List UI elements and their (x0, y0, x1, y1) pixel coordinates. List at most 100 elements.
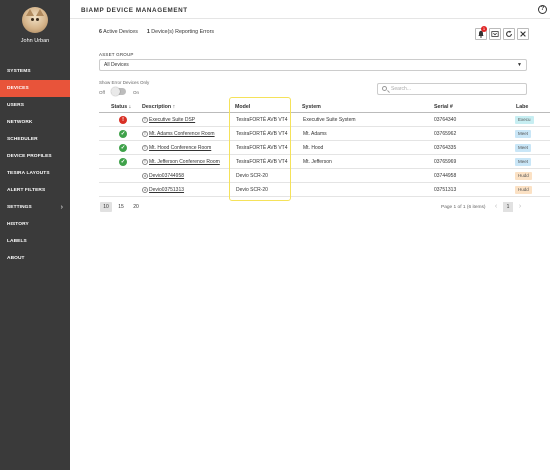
bell-icon[interactable]: 1 (475, 26, 487, 40)
table-row[interactable]: d Devio03751313 Devio SCR-20 03751313 Hudd (99, 183, 550, 197)
avatar[interactable] (22, 7, 48, 33)
toggle-off-label: Off (99, 90, 105, 95)
toolbar: 1 (475, 26, 529, 40)
device-label-tag[interactable]: Meet (515, 130, 532, 138)
close-icon[interactable] (517, 28, 529, 40)
device-serial: 03764335 (434, 145, 457, 151)
column-description[interactable]: Description ↑ (142, 104, 175, 110)
device-system: Mt. Hood (303, 145, 324, 151)
device-label-tag[interactable]: Execu (515, 116, 534, 124)
error-label: Device(s) Reporting Errors (151, 29, 214, 35)
notification-badge: 1 (481, 26, 487, 32)
table-row[interactable]: ✓ T Mt. Hood Conference Room TesiraFORTÉ AV… (99, 141, 550, 155)
device-label-tag[interactable]: Hudd (515, 172, 532, 180)
device-description-link[interactable]: Mt. Jefferson Conference Room (149, 159, 220, 165)
toggle-knob[interactable] (111, 87, 120, 96)
error-filter-label: Show Error Devices Only (99, 80, 150, 85)
sidebar-item-label: LABELS (7, 239, 27, 244)
page-title: BIAMP DEVICE MANAGEMENT (81, 7, 188, 14)
column-labels[interactable]: Labe (516, 104, 528, 110)
sidebar-item-label: HISTORY (7, 222, 29, 227)
column-status[interactable]: Status ↓ (111, 104, 131, 110)
table-row[interactable]: d Devio03744958 Devio SCR-20 03744958 Hudd (99, 169, 550, 183)
sidebar-item-tesira-layouts[interactable]: TESIRA LAYOUTS (0, 165, 70, 182)
refresh-icon[interactable] (503, 28, 515, 40)
sidebar: John Urban SYSTEMS DEVICES USERS NETWORK SCH… (0, 0, 70, 470)
sidebar-item-users[interactable]: USERS (0, 97, 70, 114)
sidebar-item-devices[interactable]: DEVICES (0, 80, 70, 97)
column-serial[interactable]: Serial # (434, 104, 453, 110)
search-input[interactable]: Search... (377, 83, 527, 95)
export-icon[interactable] (489, 28, 501, 40)
sidebar-item-label: ABOUT (7, 256, 25, 261)
device-description-link[interactable]: Mt. Hood Conference Room (149, 145, 211, 151)
sidebar-item-scheduler[interactable]: SCHEDULER (0, 131, 70, 148)
status-ok-icon: ✓ (119, 129, 127, 138)
sidebar-item-device-profiles[interactable]: DEVICE PROFILES (0, 148, 70, 165)
sidebar-item-label: SETTINGS (7, 205, 32, 210)
active-count: 6 (99, 29, 102, 35)
column-model[interactable]: Model (235, 104, 250, 110)
page-size-option[interactable]: 15 (115, 202, 127, 212)
device-serial: 03751313 (434, 187, 457, 193)
table-body: ! T Executive Suite DSP TesiraFORTÉ AVB VT4… (99, 113, 550, 197)
table-row[interactable]: ! T Executive Suite DSP TesiraFORTÉ AVB VT4… (99, 113, 550, 127)
sidebar-item-labels[interactable]: LABELS (0, 233, 70, 250)
page-number[interactable]: 1 (503, 202, 513, 212)
asset-group-label: ASSET GROUP (99, 52, 134, 57)
search-placeholder: Search... (391, 86, 412, 92)
page-size-option[interactable]: 10 (100, 202, 112, 212)
sidebar-item-label: DEVICE PROFILES (7, 154, 52, 159)
chevron-left-icon[interactable]: ‹ (492, 202, 500, 212)
sidebar-item-label: DEVICES (7, 86, 29, 91)
sidebar-item-history[interactable]: HISTORY (0, 216, 70, 233)
user-name: John Urban (20, 38, 50, 44)
device-model: TesiraFORTÉ AVB VT4 (236, 117, 288, 123)
device-model: TesiraFORTÉ AVB VT4 (236, 145, 288, 151)
device-label-tag[interactable]: Hudd (515, 186, 532, 194)
column-system[interactable]: System (302, 104, 321, 110)
chevron-down-icon: ▼ (517, 62, 522, 68)
device-serial: 03765969 (434, 159, 457, 165)
device-stats: 6 Active Devices 1 Device(s) Reporting E… (99, 29, 214, 35)
device-description-link[interactable]: Devio03744958 (149, 173, 184, 179)
sidebar-item-label: NETWORK (7, 120, 33, 125)
status-ok-icon: ✓ (119, 157, 127, 166)
device-system: Executive Suite System (303, 117, 356, 123)
device-type-icon: T (142, 116, 148, 123)
sidebar-item-label: ALERT FILTERS (7, 188, 46, 193)
device-system: Mt. Adams (303, 131, 327, 137)
device-type-icon: T (142, 130, 148, 137)
toggle-on-label: On (133, 90, 140, 95)
device-description-link[interactable]: Mt. Adams Conference Room (149, 131, 215, 137)
asset-group-value: All Devices (104, 62, 129, 68)
device-label-tag[interactable]: Meet (515, 144, 532, 152)
page-size-option[interactable]: 20 (130, 202, 142, 212)
sidebar-item-network[interactable]: NETWORK (0, 114, 70, 131)
chevron-right-icon[interactable]: › (516, 202, 524, 212)
device-serial: 03765962 (434, 131, 457, 137)
sidebar-item-settings[interactable]: SETTINGS › (0, 199, 70, 216)
device-type-icon: d (142, 186, 148, 193)
sidebar-item-about[interactable]: ABOUT (0, 250, 70, 267)
device-serial: 03764340 (434, 117, 457, 123)
sidebar-item-alert-filters[interactable]: ALERT FILTERS (0, 182, 70, 199)
sidebar-item-label: SCHEDULER (7, 137, 38, 142)
device-type-icon: d (142, 172, 148, 179)
active-label: Active Devices (103, 29, 138, 35)
asset-group-select[interactable]: All Devices ▼ (99, 59, 527, 71)
error-filter-toggle[interactable] (111, 87, 126, 96)
help-icon[interactable]: ? (538, 5, 547, 14)
table-row[interactable]: ✓ T Mt. Jefferson Conference Room TesiraFOR… (99, 155, 550, 169)
sidebar-item-label: USERS (7, 103, 25, 108)
device-description-link[interactable]: Executive Suite DSP (149, 117, 195, 123)
device-description-link[interactable]: Devio03751313 (149, 187, 184, 193)
page-size-selector: 10 15 20 (100, 202, 142, 212)
device-label-tag[interactable]: Meet (515, 158, 532, 166)
device-serial: 03744958 (434, 173, 457, 179)
device-model: Devio SCR-20 (236, 173, 268, 179)
table-row[interactable]: ✓ T Mt. Adams Conference Room TesiraFORTÉ A… (99, 127, 550, 141)
page-info: Page 1 of 1 (6 items) (441, 205, 486, 210)
sidebar-item-systems[interactable]: SYSTEMS (0, 63, 70, 80)
devices-table: Status ↓ Description ↑ Model System Seri… (99, 101, 550, 197)
